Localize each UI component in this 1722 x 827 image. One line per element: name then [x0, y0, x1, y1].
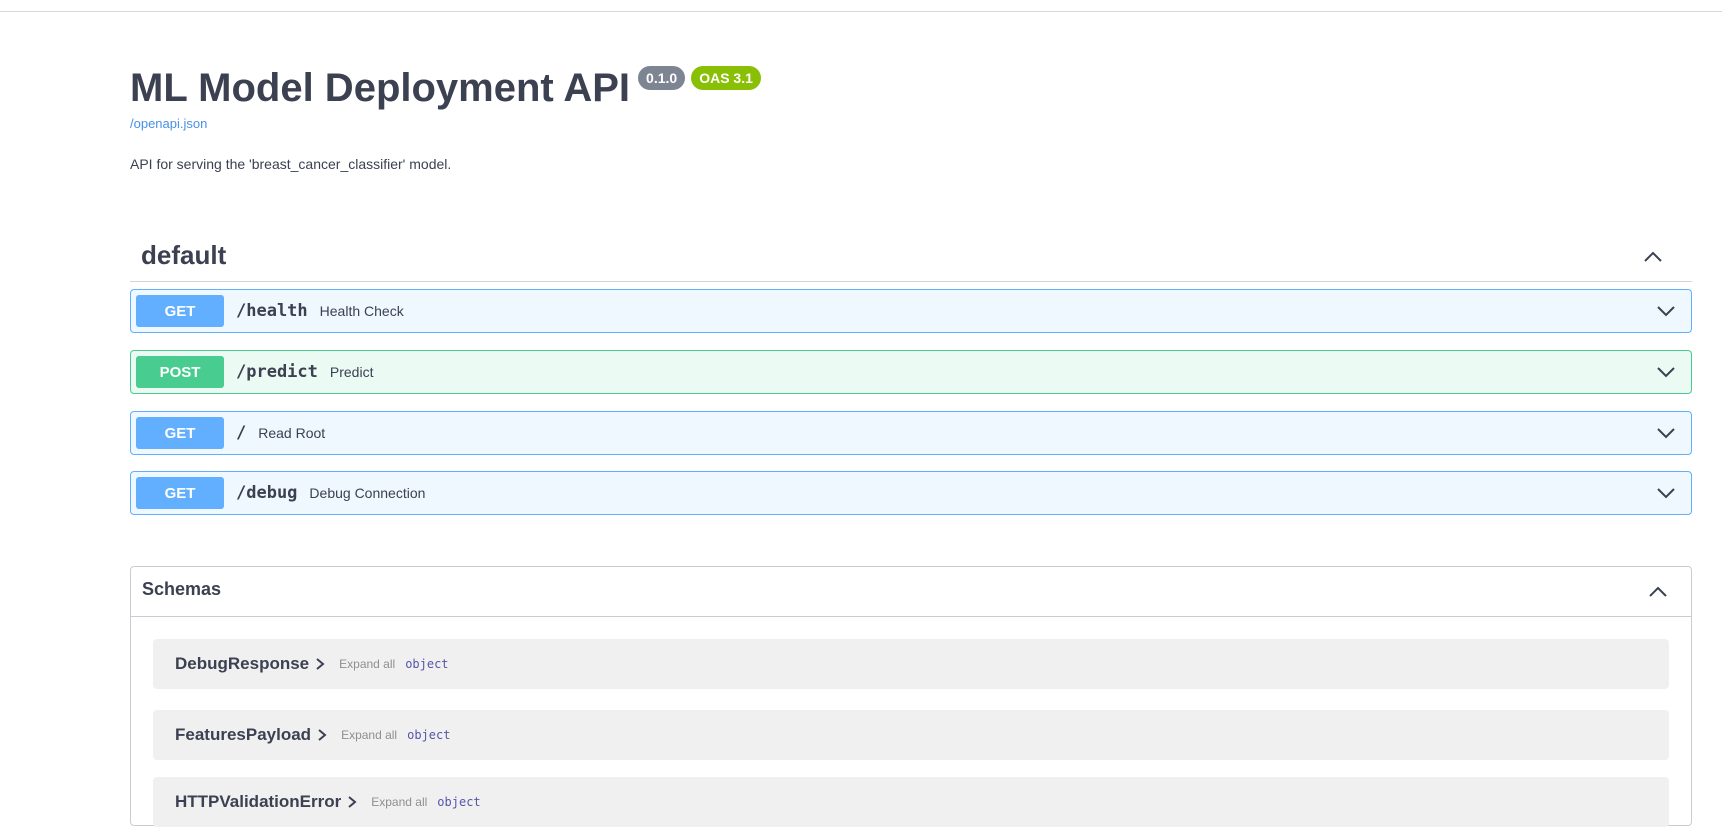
- operation-path: /debug: [236, 483, 298, 503]
- method-badge: GET: [136, 295, 224, 327]
- expand-all-link[interactable]: Expand all: [341, 728, 397, 742]
- operation-get-debug[interactable]: GET /debug Debug Connection: [130, 471, 1692, 515]
- api-title-row: ML Model Deployment API 0.1.0 OAS 3.1: [130, 62, 761, 114]
- schema-model-debugresponse[interactable]: DebugResponse Expand all object: [153, 639, 1669, 689]
- operation-summary: Debug Connection: [309, 485, 426, 501]
- chevron-right-icon[interactable]: [347, 796, 357, 808]
- model-name[interactable]: DebugResponse: [175, 654, 309, 674]
- oas-badge: OAS 3.1: [691, 66, 761, 90]
- chevron-right-icon[interactable]: [317, 729, 327, 741]
- chevron-down-icon[interactable]: [1655, 482, 1677, 504]
- schemas-header[interactable]: Schemas: [131, 567, 1691, 617]
- version-badge: 0.1.0: [638, 66, 686, 90]
- operation-path: /predict: [236, 362, 318, 382]
- operation-summary: Predict: [329, 364, 374, 380]
- operation-path: /health: [236, 301, 308, 321]
- expand-all-link[interactable]: Expand all: [339, 657, 395, 671]
- operation-path: /: [236, 423, 247, 443]
- operation-post-predict[interactable]: POST /predict Predict: [130, 350, 1692, 394]
- expand-all-link[interactable]: Expand all: [371, 795, 427, 809]
- operation-get-root[interactable]: GET / Read Root: [130, 411, 1692, 455]
- operation-summary: Read Root: [258, 425, 326, 441]
- model-name[interactable]: FeaturesPayload: [175, 725, 311, 745]
- schemas-section: Schemas DebugResponse Expand all object …: [130, 566, 1692, 827]
- model-name[interactable]: HTTPValidationError: [175, 792, 341, 812]
- chevron-up-icon[interactable]: [1642, 246, 1664, 268]
- method-badge: POST: [136, 356, 224, 388]
- page-title: ML Model Deployment API: [130, 66, 631, 110]
- model-type: object: [437, 795, 481, 809]
- openapi-spec-link[interactable]: /openapi.json: [130, 116, 207, 131]
- tag-section-default[interactable]: default: [130, 234, 1692, 282]
- chevron-right-icon[interactable]: [315, 658, 325, 670]
- operation-get-health[interactable]: GET /health Health Check: [130, 289, 1692, 333]
- tag-name: default: [141, 240, 227, 270]
- model-type: object: [407, 728, 451, 742]
- chevron-down-icon[interactable]: [1655, 300, 1677, 322]
- schema-model-httpvalidationerror[interactable]: HTTPValidationError Expand all object: [153, 777, 1669, 827]
- model-type: object: [405, 657, 449, 671]
- top-bar: [0, 0, 1722, 12]
- schemas-title: Schemas: [142, 579, 222, 599]
- schema-model-featurespayload[interactable]: FeaturesPayload Expand all object: [153, 710, 1669, 760]
- operation-summary: Health Check: [319, 303, 404, 319]
- chevron-up-icon[interactable]: [1647, 581, 1669, 603]
- method-badge: GET: [136, 477, 224, 509]
- chevron-down-icon[interactable]: [1655, 361, 1677, 383]
- api-description: API for serving the 'breast_cancer_class…: [130, 156, 452, 172]
- chevron-down-icon[interactable]: [1655, 422, 1677, 444]
- method-badge: GET: [136, 417, 224, 449]
